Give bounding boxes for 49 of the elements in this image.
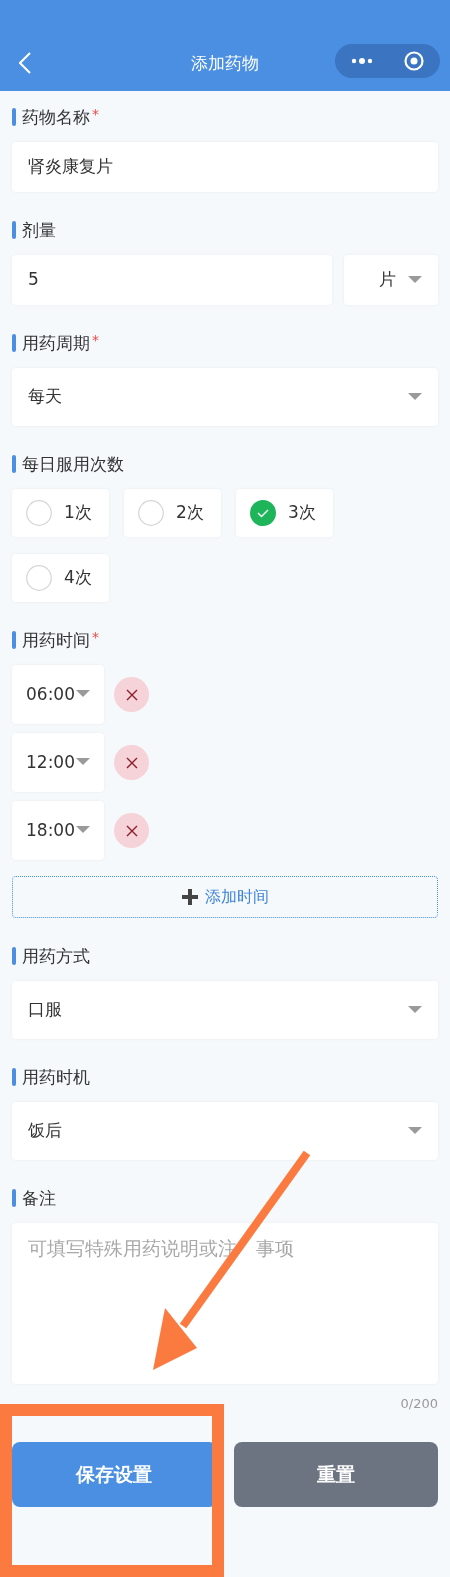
radio-option[interactable]: 4次	[12, 554, 109, 602]
dose-input[interactable]: 5	[12, 255, 332, 305]
remove-time-button[interactable]	[114, 677, 149, 712]
required-asterisk: *	[92, 333, 99, 347]
close-icon	[125, 688, 138, 701]
field-label: 用药方式	[22, 946, 90, 966]
field-label: 用药周期	[22, 333, 90, 353]
field-label: 每日服用次数	[22, 454, 124, 474]
dropdown-caret-icon	[408, 1127, 422, 1135]
dropdown-caret-icon	[76, 689, 90, 698]
field-label: 药物名称	[22, 107, 90, 127]
more-icon[interactable]	[350, 57, 373, 65]
dropdown-caret-icon	[408, 393, 422, 401]
dropdown-caret-icon	[408, 276, 422, 284]
reset-button[interactable]: 重置	[233, 1441, 438, 1507]
dropdown-caret-icon	[76, 757, 90, 766]
radio-circle-icon	[26, 500, 52, 526]
remove-time-button[interactable]	[114, 813, 149, 848]
field-label: 剂量	[22, 220, 56, 240]
radio-circle-icon	[138, 500, 164, 526]
field-label: 用药时机	[22, 1067, 90, 1087]
dropdown-caret-icon	[408, 1006, 422, 1014]
required-asterisk: *	[92, 107, 99, 121]
character-counter: 0/200	[400, 1395, 438, 1413]
close-icon	[125, 756, 138, 769]
time-select[interactable]: 18:00	[12, 801, 104, 860]
page-title: 添加药物	[191, 51, 259, 75]
select-field[interactable]: 口服	[12, 981, 438, 1039]
placeholder-text: 事项	[256, 1237, 295, 1261]
field-label: 用药时间	[22, 630, 90, 650]
back-icon[interactable]	[19, 52, 31, 74]
radio-option[interactable]: 3次	[236, 489, 333, 537]
time-select[interactable]: 12:00	[12, 733, 104, 792]
text-input[interactable]: 肾炎康复片	[12, 142, 438, 192]
remove-time-button[interactable]	[114, 745, 149, 780]
plus-icon	[181, 888, 199, 906]
radio-option[interactable]: 1次	[12, 489, 109, 537]
target-icon[interactable]	[404, 51, 425, 71]
time-select[interactable]: 06:00	[12, 665, 104, 724]
radio-circle-icon	[26, 565, 52, 591]
required-asterisk: *	[92, 630, 99, 644]
checked-radio-icon	[250, 500, 276, 526]
radio-option[interactable]: 2次	[124, 489, 221, 537]
dropdown-caret-icon	[76, 825, 90, 834]
close-icon	[125, 824, 138, 837]
unit-select[interactable]: 片	[344, 255, 438, 305]
select-field[interactable]: 每天	[12, 368, 438, 426]
field-label: 备注	[22, 1188, 56, 1208]
select-field[interactable]: 饭后	[12, 1102, 438, 1160]
